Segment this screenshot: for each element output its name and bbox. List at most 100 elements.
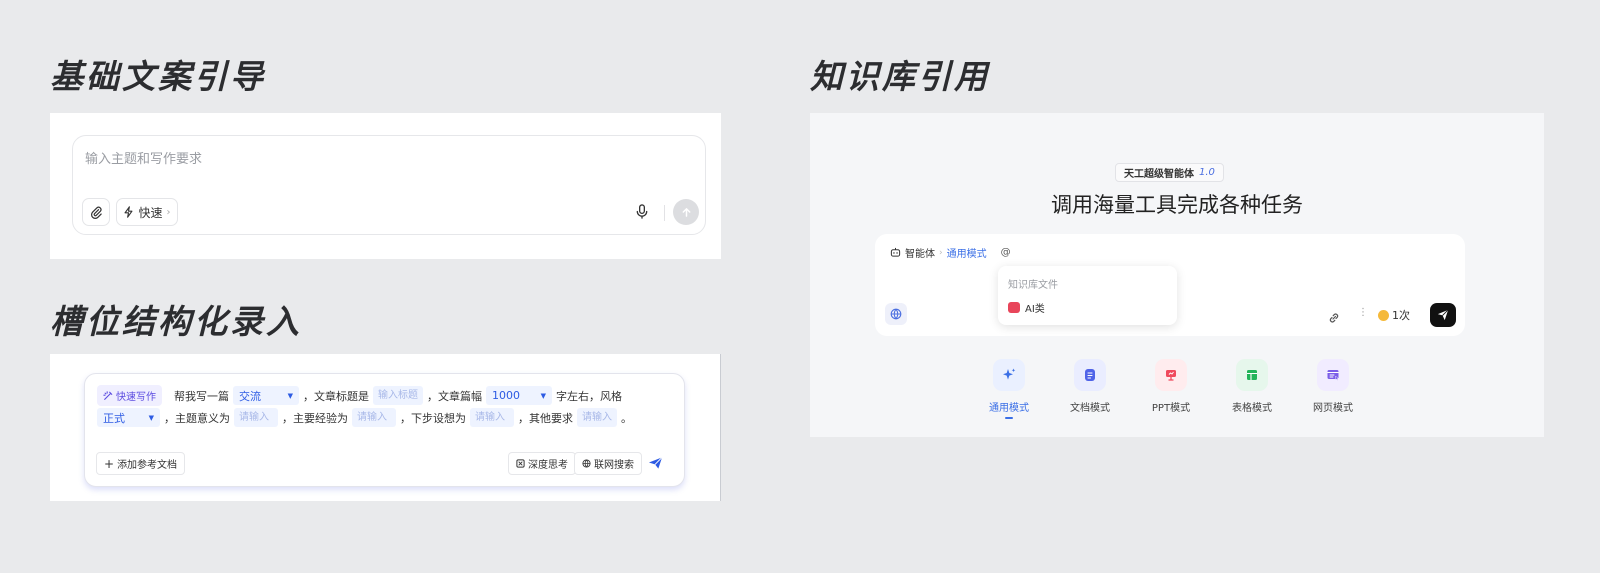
prompt-input-box[interactable]: 输入主题和写作要求 快速 ›: [72, 135, 706, 235]
document-icon: [1074, 359, 1106, 391]
agent-version-badge: 天工超级智能体 1.0: [1115, 163, 1224, 182]
mode-ppt[interactable]: PPT模式: [1141, 359, 1201, 414]
section-title-basic-copy: 基础文案引导: [50, 57, 266, 96]
mode-label: PPT模式: [1151, 403, 1191, 414]
microphone-icon: [636, 204, 648, 219]
dropdown-header: 知识库文件: [1008, 280, 1058, 291]
slot-text: ，文章标题是: [303, 389, 369, 403]
mode-label: 网页模式: [1313, 403, 1353, 414]
knowledge-file-dropdown: 知识库文件 AI类: [998, 266, 1177, 325]
next-plan-input[interactable]: 请输入: [470, 408, 514, 427]
slot-form-line-1: 快速写作 帮我写一篇 交流 ▼ ，文章标题是 输入标题 ，文章篇幅 1000 ▼ 字…: [97, 385, 622, 406]
agent-name: 天工超级智能体: [1124, 169, 1194, 180]
mode-label: 文档模式: [1070, 403, 1110, 414]
send-button[interactable]: [648, 455, 663, 474]
slot-form-box: 快速写作 帮我写一篇 交流 ▼ ，文章标题是 输入标题 ，文章篇幅 1000 ▼ 字…: [84, 373, 685, 487]
mode-document[interactable]: 文档模式: [1060, 359, 1120, 414]
main-experience-input[interactable]: 请输入: [352, 408, 396, 427]
deep-think-button[interactable]: 深度思考: [508, 452, 576, 475]
quick-mode-button[interactable]: 快速 ›: [116, 198, 178, 226]
mode-label: 表格模式: [1232, 403, 1272, 414]
caret-down-icon: ▼: [540, 391, 546, 400]
section-title-knowledge-base: 知识库引用: [810, 57, 990, 96]
other-requirements-input[interactable]: 请输入: [577, 408, 617, 427]
slot-text: ，下步设想为: [400, 411, 466, 425]
chevron-right-icon: ›: [939, 247, 943, 258]
caret-down-icon: ▼: [148, 413, 154, 422]
chevron-right-icon: ›: [166, 206, 171, 218]
length-select[interactable]: 1000 ▼: [486, 386, 552, 405]
paperclip-icon: [90, 206, 102, 219]
article-type-select[interactable]: 交流 ▼: [233, 386, 299, 405]
link-icon: [1329, 313, 1339, 323]
sparkle-icon: [993, 359, 1025, 391]
toolbar-divider: [664, 205, 665, 221]
mention-trigger[interactable]: @: [1001, 247, 1011, 258]
add-reference-doc-button[interactable]: + 添加参考文档: [96, 452, 186, 475]
paper-plane-icon: [648, 457, 663, 469]
active-indicator: [1005, 417, 1013, 419]
style-select[interactable]: 正式 ▼: [97, 408, 160, 427]
lightning-icon: [124, 206, 133, 218]
length-value: 1000: [492, 389, 520, 402]
mic-button[interactable]: [635, 204, 649, 223]
slot-text: ，主要经验为: [282, 411, 348, 425]
title-input[interactable]: 输入标题: [373, 386, 423, 405]
knowledge-base-panel: 天工超级智能体 1.0 调用海量工具完成各种任务 智能体 › 通用模式 @ ⋮ …: [810, 113, 1544, 437]
usage-count-value: 1次: [1392, 309, 1410, 322]
section-title-slot-input: 槽位结构化录入: [50, 302, 302, 341]
globe-icon: [890, 308, 902, 320]
breadcrumb-mode[interactable]: 通用模式: [947, 245, 987, 260]
style-value: 正式: [103, 411, 125, 425]
web-search-label: 联网搜索: [594, 460, 634, 471]
article-type-value: 交流: [239, 389, 261, 403]
agent-version: 1.0: [1199, 167, 1215, 178]
mode-webpage[interactable]: 网页模式: [1303, 359, 1363, 414]
slot-text: ，其他要求: [518, 411, 573, 425]
presentation-icon: [1155, 359, 1187, 391]
plus-icon: +: [104, 456, 115, 471]
web-search-toggle[interactable]: [885, 303, 907, 325]
send-button[interactable]: [673, 199, 699, 225]
quick-mode-label: 快速: [138, 205, 163, 220]
deep-think-label: 深度思考: [528, 460, 568, 471]
add-reference-doc-label: 添加参考文档: [117, 460, 178, 471]
slot-text: 字左右，风格: [556, 389, 622, 403]
dropdown-item-label: AI类: [1025, 304, 1045, 315]
mode-label: 通用模式: [989, 403, 1029, 414]
coin-icon: [1378, 309, 1389, 321]
webpage-icon: [1317, 359, 1349, 391]
tool-link-button[interactable]: [1328, 309, 1340, 328]
breadcrumb-agent[interactable]: 智能体: [905, 245, 935, 260]
prompt-input-placeholder[interactable]: 输入主题和写作要求: [85, 148, 202, 167]
web-search-button[interactable]: 联网搜索: [574, 452, 642, 475]
breadcrumb: 智能体 › 通用模式 @: [890, 245, 1011, 260]
slot-input-panel: 快速写作 帮我写一篇 交流 ▼ ，文章标题是 输入标题 ，文章篇幅 1000 ▼ 字…: [50, 354, 721, 501]
dropdown-item-ai-files[interactable]: AI类: [1008, 300, 1045, 315]
slot-text: 帮我写一篇: [174, 389, 229, 403]
slot-text: ，文章篇幅: [427, 389, 482, 403]
magic-pen-icon: [103, 390, 113, 400]
theme-meaning-input[interactable]: 请输入: [234, 408, 278, 427]
mode-general[interactable]: 通用模式: [979, 359, 1039, 419]
mode-table[interactable]: 表格模式: [1222, 359, 1282, 414]
slot-text: ，主题意义为: [164, 411, 230, 425]
slot-form-line-2: 正式 ▼ ，主题意义为 请输入 ，主要经验为 请输入 ，下步设想为 请输入 ，其他…: [97, 408, 632, 427]
quick-writing-tag[interactable]: 快速写作: [97, 385, 162, 406]
paper-plane-icon: [1437, 309, 1449, 321]
basic-input-panel: 输入主题和写作要求 快速 ›: [50, 113, 721, 259]
deep-think-icon: [516, 459, 525, 468]
send-button[interactable]: [1430, 303, 1456, 327]
table-icon: [1236, 359, 1268, 391]
quick-writing-label: 快速写作: [116, 392, 156, 403]
arrow-up-icon: [682, 207, 690, 217]
globe-icon: [582, 459, 591, 468]
attach-button[interactable]: [82, 198, 110, 226]
slot-text: 。: [621, 411, 632, 425]
robot-icon: [890, 247, 901, 257]
usage-count: 1次: [1378, 307, 1410, 323]
page-headline: 调用海量工具完成各种任务: [1051, 193, 1303, 217]
more-options-icon[interactable]: ⋮: [1358, 307, 1368, 318]
pdf-icon: [1008, 302, 1020, 313]
caret-down-icon: ▼: [287, 391, 293, 400]
